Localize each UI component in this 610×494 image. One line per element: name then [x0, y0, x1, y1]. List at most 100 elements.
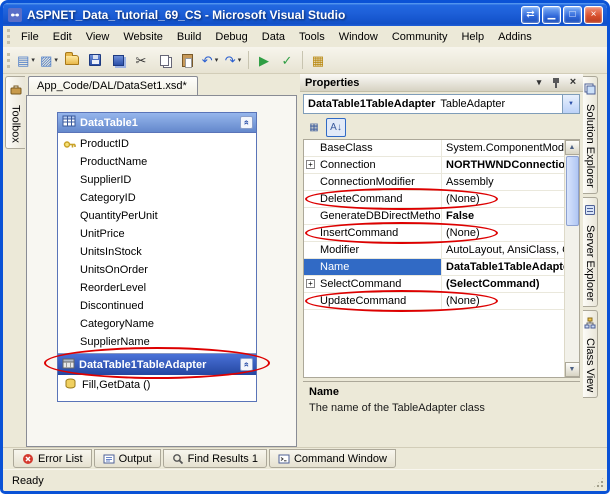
collapse-datatable-button[interactable] — [240, 116, 253, 129]
datatable-field-row[interactable]: ReorderLevel — [58, 279, 256, 297]
redo-button[interactable]: ↷ ▾ — [222, 49, 244, 71]
datatable-field-row[interactable]: ProductName — [58, 153, 256, 171]
menu-item-data[interactable]: Data — [255, 28, 292, 46]
copy-button[interactable] — [153, 49, 175, 71]
tab-server-explorer[interactable]: Server Explorer — [583, 196, 598, 308]
property-row-insertcommand[interactable]: InsertCommand (None) — [304, 222, 564, 244]
tab-command-window[interactable]: Command Window — [268, 449, 396, 468]
tab-class-view[interactable]: Class View — [583, 310, 598, 399]
designer-grid-button[interactable]: ▦ — [307, 49, 329, 71]
property-value[interactable]: System.ComponentModel.Con — [442, 140, 564, 156]
close-button[interactable]: × — [584, 5, 603, 24]
datatable-field-row[interactable]: SupplierID — [58, 171, 256, 189]
new-website-button[interactable]: ▤ ▾ — [15, 49, 37, 71]
properties-object-dropdown[interactable]: DataTable1TableAdapter TableAdapter — [303, 94, 580, 114]
cut-button[interactable]: ✂ — [130, 49, 152, 71]
toolbar-drag-grip[interactable] — [7, 52, 10, 68]
tab-error-list[interactable]: Error List — [13, 449, 92, 468]
toolbox-tab[interactable]: Toolbox — [5, 76, 25, 149]
datatable-field-row[interactable]: Discontinued — [58, 297, 256, 315]
menu-drag-grip[interactable] — [7, 29, 10, 44]
resize-grip[interactable] — [592, 476, 605, 489]
property-row-selectcommand[interactable]: + SelectCommand (SelectCommand) — [304, 276, 564, 293]
datatable-field-row[interactable]: SupplierName — [58, 333, 256, 351]
property-row-generatedbdirectmethod[interactable]: GenerateDBDirectMethod False — [304, 208, 564, 225]
datatable-field-row[interactable]: UnitsOnOrder — [58, 261, 256, 279]
tableadapter-methods-row[interactable]: Fill,GetData () — [58, 375, 256, 395]
datatable-field-row[interactable]: CategoryID — [58, 189, 256, 207]
tableadapter-header[interactable]: DataTable1TableAdapter — [58, 353, 256, 375]
property-row-connectionmodifier[interactable]: ConnectionModifier Assembly — [304, 174, 564, 191]
menu-item-addins[interactable]: Addins — [491, 28, 539, 46]
start-debug-button[interactable]: ▶ — [253, 49, 275, 71]
scrollbar-thumb[interactable] — [565, 156, 579, 226]
property-value[interactable]: (None) — [442, 191, 564, 207]
menu-item-website[interactable]: Website — [116, 28, 170, 46]
property-value[interactable]: NORTHWNDConnectionStr — [442, 157, 564, 173]
datatable-field-row[interactable]: UnitsInStock — [58, 243, 256, 261]
property-row-name[interactable]: Name DataTable1TableAdapter — [304, 259, 564, 276]
menu-item-edit[interactable]: Edit — [46, 28, 79, 46]
property-value[interactable]: (None) — [442, 225, 564, 241]
property-row-updatecommand[interactable]: UpdateCommand (None) — [304, 290, 564, 312]
undo-button[interactable]: ↶ ▾ — [199, 49, 221, 71]
window-menu-icon[interactable] — [532, 76, 546, 90]
properties-scrollbar[interactable] — [564, 140, 580, 377]
datatable-field-row[interactable]: ProductID — [58, 135, 256, 153]
menu-item-view[interactable]: View — [79, 28, 117, 46]
menu-item-tools[interactable]: Tools — [292, 28, 332, 46]
property-row-connection[interactable]: + Connection NORTHWNDConnectionStr — [304, 157, 564, 174]
datatable-field-row[interactable]: QuantityPerUnit — [58, 207, 256, 225]
properties-titlebar[interactable]: Properties — [300, 74, 583, 92]
menu-item-debug[interactable]: Debug — [208, 28, 254, 46]
validate-icon: ✓ — [281, 52, 293, 68]
menu-item-community[interactable]: Community — [385, 28, 455, 46]
tab-find-results-1[interactable]: Find Results 1 — [162, 449, 267, 468]
auto-hide-pin-icon[interactable] — [549, 76, 563, 90]
window-titlebar[interactable]: ASPNET_Data_Tutorial_69_CS - Microsoft V… — [3, 3, 607, 26]
property-value[interactable]: DataTable1TableAdapter — [442, 259, 564, 275]
document-tab[interactable]: App_Code/DAL/DataSet1.xsd* — [28, 76, 198, 95]
paste-button[interactable] — [176, 49, 198, 71]
tab-output[interactable]: Output — [93, 449, 161, 468]
property-value[interactable]: (SelectCommand) — [442, 276, 564, 292]
property-row-modifier[interactable]: Modifier AutoLayout, AnsiClass, Class, — [304, 242, 564, 259]
minimize-button[interactable]: ▁ — [542, 5, 561, 24]
save-button[interactable] — [84, 49, 106, 71]
datatable-field-row[interactable]: UnitPrice — [58, 225, 256, 243]
datatable-header[interactable]: DataTable1 — [58, 113, 256, 133]
property-row-deletecommand[interactable]: DeleteCommand (None) — [304, 188, 564, 210]
close-icon[interactable] — [566, 76, 580, 90]
property-value[interactable]: Assembly — [442, 174, 564, 190]
menu-item-build[interactable]: Build — [170, 28, 208, 46]
property-label-text: Connection — [320, 159, 376, 171]
alphabetical-icon[interactable]: A↓ — [326, 118, 346, 137]
datatable-window[interactable]: DataTable1 ProductID ProductName SupplierI… — [57, 112, 257, 402]
datatable-field-row[interactable]: CategoryName — [58, 315, 256, 333]
scroll-down-icon[interactable] — [564, 362, 580, 377]
collapse-tableadapter-button[interactable] — [240, 358, 253, 371]
property-rows: BaseClass System.ComponentModel.Con + Conne… — [304, 140, 564, 377]
property-row-baseclass[interactable]: BaseClass System.ComponentModel.Con — [304, 140, 564, 157]
command-window-icon — [278, 453, 290, 465]
categorized-icon[interactable]: ▦ — [304, 118, 324, 137]
menu-item-file[interactable]: File — [14, 28, 46, 46]
property-value[interactable]: (None) — [442, 293, 564, 309]
expand-plus-icon[interactable]: + — [306, 279, 315, 288]
maximize-button[interactable]: □ — [563, 5, 582, 24]
scroll-up-icon[interactable] — [564, 140, 580, 155]
right-tab-strip: Solution Explorer Server Explorer Class Vi… — [583, 74, 607, 447]
chevron-down-icon[interactable] — [562, 95, 579, 113]
tab-solution-explorer[interactable]: Solution Explorer — [583, 76, 598, 194]
menu-item-help[interactable]: Help — [454, 28, 491, 46]
property-value[interactable]: False — [442, 208, 564, 224]
validate-button[interactable]: ✓ — [276, 49, 298, 71]
property-value[interactable]: AutoLayout, AnsiClass, Class, — [442, 242, 564, 258]
open-file-button[interactable] — [61, 49, 83, 71]
menu-item-window[interactable]: Window — [332, 28, 385, 46]
tab-label: Error List — [38, 452, 83, 465]
add-new-item-button[interactable]: ▨ ▾ — [38, 49, 60, 71]
expand-plus-icon[interactable]: + — [306, 160, 315, 169]
save-all-button[interactable] — [107, 49, 129, 71]
dock-arrows-button[interactable]: ⇄ — [521, 5, 540, 24]
